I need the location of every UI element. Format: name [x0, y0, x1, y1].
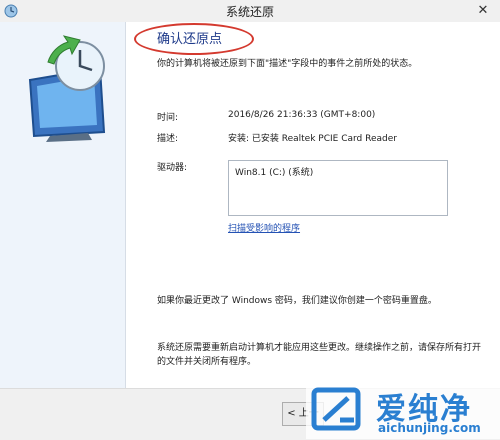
- system-restore-icon: [28, 35, 106, 142]
- page-title: 确认还原点: [157, 32, 223, 47]
- window-title: 系统还原: [225, 5, 274, 19]
- close-button[interactable]: ✕: [472, 2, 494, 20]
- left-panel: [0, 22, 126, 388]
- time-label: 时间:: [157, 113, 179, 123]
- description-value: 安装: 已安装 Realtek PCIE Card Reader: [228, 134, 397, 144]
- scan-affected-programs-link[interactable]: 扫描受影响的程序: [228, 221, 300, 234]
- password-note: 如果你最近更改了 Windows 密码，我们建议你创建一个密码重置盘。: [157, 296, 437, 306]
- time-value: 2016/8/26 21:36:33 (GMT+8:00): [228, 110, 376, 120]
- watermark-site: aichunjing.com: [378, 421, 481, 435]
- restart-note: 系统还原需要重新启动计算机才能应用这些更改。继续操作之前，请保存所有打开的文件并…: [157, 343, 482, 367]
- page-description: 你的计算机将被还原到下面"描述"字段中的事件之前所处的状态。: [157, 59, 418, 69]
- watermark-logo-icon: [311, 387, 361, 431]
- drives-list[interactable]: Win8.1 (C:) (系统): [228, 160, 448, 216]
- title-bar: 系统还原 ✕: [0, 0, 500, 23]
- list-item[interactable]: Win8.1 (C:) (系统): [235, 165, 313, 178]
- description-label: 描述:: [157, 134, 179, 144]
- drives-label: 驱动器:: [157, 163, 188, 173]
